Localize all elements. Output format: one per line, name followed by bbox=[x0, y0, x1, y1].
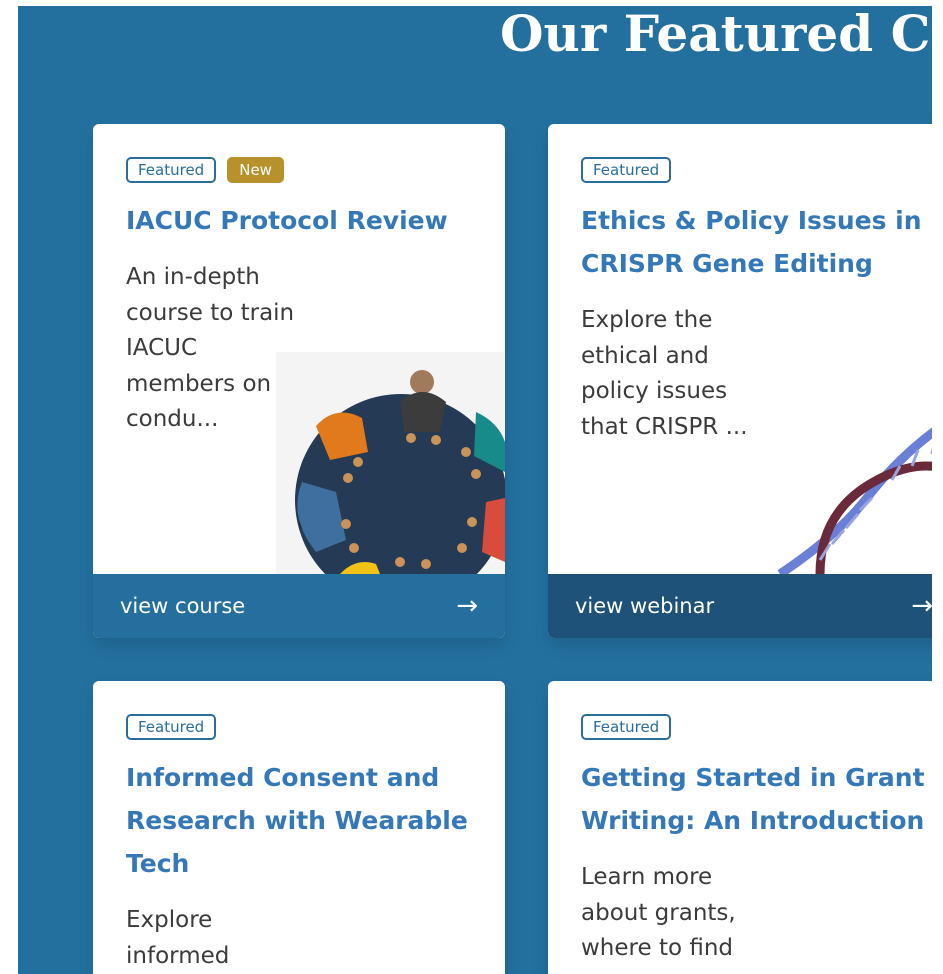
page: Our Featured Cou Featured New IACUC Prot… bbox=[0, 0, 943, 974]
round-table-meeting-illustration bbox=[276, 352, 505, 574]
dna-helix-svg bbox=[777, 427, 932, 574]
featured-badge: Featured bbox=[581, 157, 672, 183]
course-card-grant-writing[interactable]: Featured Getting Started in Grant Writin… bbox=[548, 681, 932, 974]
arrow-right-icon: → bbox=[456, 591, 478, 621]
featured-badge: Featured bbox=[126, 714, 217, 740]
view-webinar-button[interactable]: view webinar → bbox=[548, 574, 932, 638]
round-table-illustration-svg bbox=[295, 370, 505, 574]
featured-badge: Featured bbox=[581, 714, 672, 740]
view-course-button[interactable]: view course → bbox=[93, 574, 505, 638]
featured-badge: Featured bbox=[126, 157, 217, 183]
dna-helix-illustration bbox=[760, 384, 932, 574]
card-title[interactable]: Getting Started in Grant Writing: An Int… bbox=[581, 756, 932, 842]
view-course-label: view course bbox=[120, 594, 246, 618]
card-description: An in-depth course to train IACUC member… bbox=[126, 264, 295, 432]
card-description: Explore informed bbox=[126, 907, 230, 969]
course-card-crispr[interactable]: Featured Ethics & Policy Issues in CRISP… bbox=[548, 124, 932, 638]
card-title[interactable]: IACUC Protocol Review bbox=[126, 199, 486, 242]
badge-group: Featured bbox=[126, 714, 217, 740]
badge-group: Featured bbox=[581, 157, 672, 183]
card-title[interactable]: Informed Consent and Research with Weara… bbox=[126, 756, 486, 885]
featured-courses-section: Our Featured Cou Featured New IACUC Prot… bbox=[18, 6, 932, 974]
view-webinar-label: view webinar bbox=[575, 594, 715, 618]
card-description: Learn more about grants, where to find bbox=[581, 864, 736, 961]
badge-group: Featured New bbox=[126, 157, 284, 183]
section-title: Our Featured Cou bbox=[500, 6, 932, 63]
course-card-iacuc[interactable]: Featured New IACUC Protocol Review An in… bbox=[93, 124, 505, 638]
card-description: Explore the ethical and policy issues th… bbox=[581, 307, 748, 440]
arrow-right-icon: → bbox=[911, 591, 932, 621]
badge-group: Featured bbox=[581, 714, 672, 740]
new-badge: New bbox=[227, 157, 284, 183]
card-title[interactable]: Ethics & Policy Issues in CRISPR Gene Ed… bbox=[581, 199, 932, 285]
course-card-informed-consent[interactable]: Featured Informed Consent and Research w… bbox=[93, 681, 505, 974]
